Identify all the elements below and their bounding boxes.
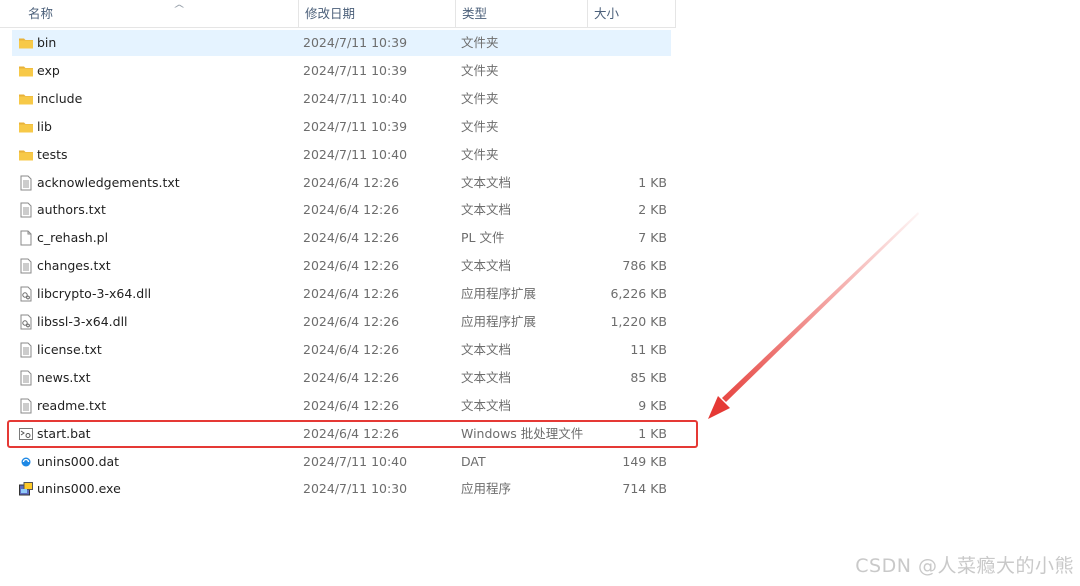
- watermark: CSDN @人菜瘾大的小熊: [855, 555, 1074, 577]
- annotation-arrow: [708, 212, 919, 419]
